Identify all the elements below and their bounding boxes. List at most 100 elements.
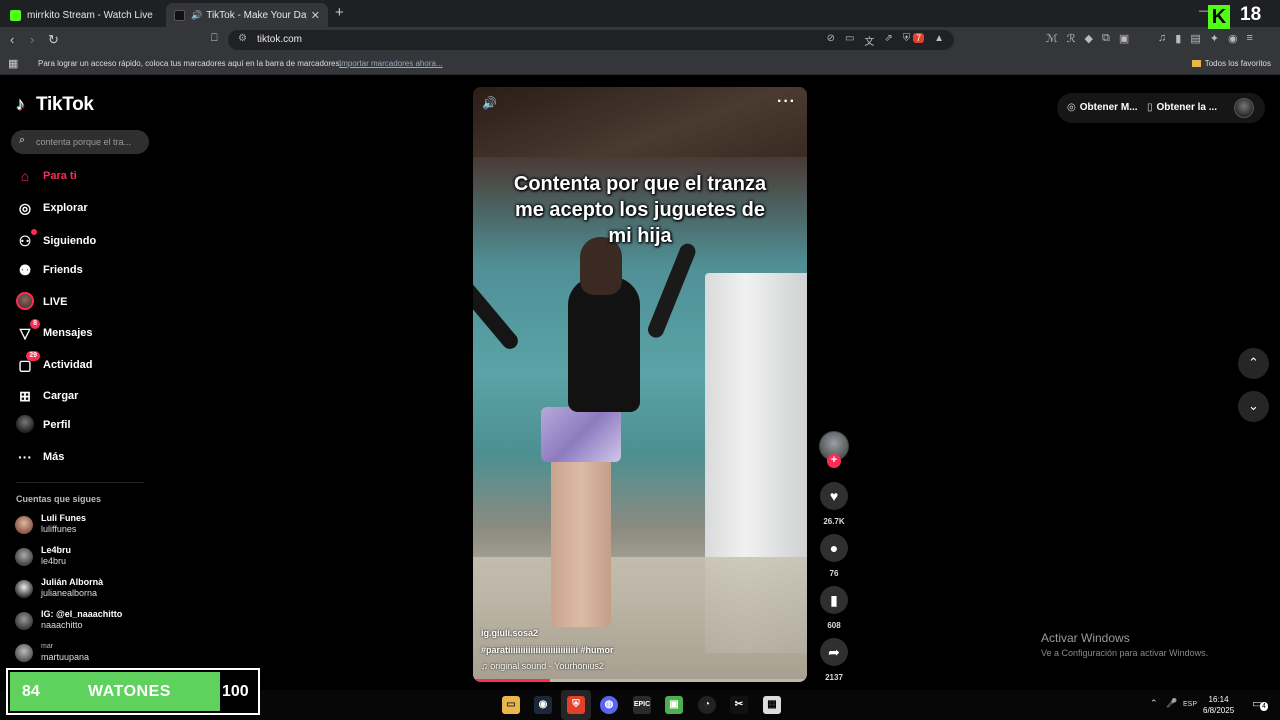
music-note-icon: ♫	[481, 661, 491, 671]
close-tab-icon[interactable]: ✕	[311, 9, 320, 22]
apps-grid-icon[interactable]: ▦	[8, 57, 18, 70]
leo-ai-icon[interactable]: ✦	[1210, 32, 1219, 45]
forward-icon[interactable]: ›	[30, 32, 34, 47]
back-icon[interactable]: ‹	[10, 32, 14, 47]
video-hashtags[interactable]: #paratiiiiiiiiiiiiiiiiiiiiiiiiiiii #humo…	[481, 645, 614, 655]
search-box[interactable]: ⌕	[11, 130, 149, 154]
get-app-label: Obtener la ...	[1156, 102, 1218, 113]
epic-games-icon[interactable]: EPIC	[633, 696, 651, 714]
no-camera-icon[interactable]: ⊘	[827, 33, 835, 48]
discord-icon[interactable]: ◍	[600, 696, 618, 714]
speaker-icon[interactable]: 🔊	[191, 10, 202, 21]
live-avatar	[16, 291, 34, 313]
video-scene-figure	[568, 277, 640, 412]
extension-c-icon[interactable]: ◆	[1085, 32, 1093, 45]
nav-actividad[interactable]: ▢ 29 Actividad	[16, 350, 156, 375]
account-username: le4bru	[41, 556, 67, 566]
following-account[interactable]: Julián Albornà julianealborna	[15, 577, 145, 603]
sidebar-icon[interactable]: ▮	[1175, 32, 1181, 45]
bookmark-icon[interactable]: ⎕	[211, 32, 218, 45]
site-info-icon[interactable]: ⚙	[238, 33, 247, 44]
capcut-icon[interactable]: ✂	[730, 696, 748, 714]
import-bookmarks-link[interactable]: Importar marcadores ahora...	[339, 59, 443, 68]
account-avatar	[15, 548, 33, 566]
translate-icon[interactable]: 文	[864, 33, 874, 48]
clock-date: 6/8/2025	[1203, 706, 1235, 715]
address-bar[interactable]: ⚙ tiktok.com ⊘ ▭ 文 ⇗ ⛨ 7 ▲	[228, 30, 954, 50]
tab-tiktok[interactable]: 🔊 TikTok - Make Your Day ✕	[166, 3, 328, 27]
extensions-icon[interactable]: ⧉	[1102, 32, 1110, 45]
tab-kick[interactable]: mirrkito Stream - Watch Live on Kick	[2, 3, 164, 27]
extensions-bar: ℳ ℛ ◆ ⧉ ▣	[1046, 32, 1129, 45]
extension-b-icon[interactable]: ℛ	[1067, 32, 1076, 45]
nav-live[interactable]: LIVE	[16, 291, 156, 313]
minecraft-icon[interactable]: ▣	[665, 696, 683, 714]
cast-icon[interactable]: ▭	[845, 33, 854, 48]
file-explorer-icon[interactable]: ▭	[502, 696, 520, 714]
following-account[interactable]: Le4bru le4bru	[15, 545, 145, 571]
wallet-icon[interactable]: ▤	[1190, 32, 1200, 45]
nav-friends[interactable]: ⚉ Friends	[16, 260, 156, 280]
get-coins-button[interactable]: ◎ Obtener M...	[1067, 102, 1138, 113]
reload-icon[interactable]: ↻	[48, 32, 59, 48]
user-avatar[interactable]	[1234, 98, 1254, 118]
following-account[interactable]: IG: @el_naaachitto naaachitto	[15, 609, 145, 635]
steam-icon[interactable]: ◉	[534, 696, 552, 714]
system-clock[interactable]: 16:14 6/8/2025	[1203, 694, 1234, 716]
share-count: 2137	[825, 673, 843, 682]
brave-shield-icon[interactable]: ⛨ 7	[903, 33, 925, 48]
browser-tab-strip: mirrkito Stream - Watch Live on Kick 🔊 T…	[0, 0, 1280, 27]
share-icon[interactable]: ⇗	[884, 33, 892, 48]
extension-a-icon[interactable]: ℳ	[1046, 32, 1058, 45]
screen: mirrkito Stream - Watch Live on Kick 🔊 T…	[0, 0, 1280, 720]
brave-browser-icon[interactable]: ⛨	[567, 696, 585, 714]
like-button[interactable]: ♥	[820, 482, 848, 510]
search-input[interactable]	[36, 133, 144, 150]
comment-count: 76	[829, 569, 839, 578]
notification-count: 4	[1260, 702, 1268, 711]
more-options-icon[interactable]: ···	[777, 93, 796, 111]
nav-explorar[interactable]: ◎ Explorar	[16, 198, 156, 218]
menu-icon[interactable]: ≡	[1247, 32, 1253, 45]
score-overlay: 84 WATONES 100	[6, 668, 260, 715]
nav-mas[interactable]: ··· Más	[16, 447, 156, 467]
next-video-button[interactable]: ⌄	[1238, 391, 1269, 422]
like-count: 26.7K	[823, 517, 845, 526]
all-bookmarks-button[interactable]: Todos los favoritos	[1191, 59, 1271, 68]
activate-windows-title: Activar Windows	[1041, 631, 1130, 645]
video-progress-bar[interactable]	[473, 679, 807, 682]
comment-button[interactable]: ●	[820, 534, 848, 562]
nav-perfil[interactable]: Perfil	[16, 414, 156, 435]
notification-center-icon[interactable]: ▭ 4	[1252, 697, 1268, 711]
follow-plus-icon[interactable]: +	[827, 454, 841, 468]
video-sound[interactable]: ♫ original sound - Yourhonius2	[481, 661, 604, 671]
get-app-button[interactable]: ▯ Obtener la ...	[1147, 102, 1217, 113]
launcher-icon[interactable]: ▦	[763, 696, 781, 714]
volume-icon[interactable]: 🔊	[482, 96, 497, 110]
nav-cargar[interactable]: ⊞ Cargar	[16, 386, 156, 406]
brave-rewards-icon[interactable]: ▲	[934, 33, 944, 48]
microphone-icon[interactable]: 🎤	[1166, 698, 1177, 709]
nav-para-ti[interactable]: ⌂ Para ti	[16, 166, 156, 186]
new-tab-icon[interactable]: +	[335, 4, 344, 21]
following-section-title: Cuentas que sigues	[16, 494, 102, 504]
vpn-icon[interactable]: ◉	[1228, 32, 1238, 45]
nav-siguiendo[interactable]: ⚇ Siguiendo	[16, 228, 156, 251]
screenshot-icon[interactable]: ▣	[1119, 32, 1129, 45]
nav-mensajes[interactable]: ▽ 8 Mensajes	[16, 318, 156, 343]
previous-video-button[interactable]: ⌃	[1238, 348, 1269, 379]
search-icon[interactable]: ⌕	[19, 134, 25, 147]
media-icon[interactable]: ♫	[1158, 32, 1166, 45]
heart-icon: ♥	[829, 488, 839, 504]
tray-chevron-icon[interactable]: ⌃	[1150, 698, 1158, 709]
share-button[interactable]: ➦	[820, 638, 848, 666]
following-account[interactable]: mar martuupana	[15, 641, 145, 667]
video-author[interactable]: ig.giuli.sosa2	[481, 628, 538, 638]
app-icon[interactable]: ◔	[698, 696, 716, 714]
following-account[interactable]: Luli Funes luliffunes	[15, 513, 145, 539]
save-button[interactable]: ▮	[820, 586, 848, 614]
account-avatar	[15, 612, 33, 630]
tiktok-logo[interactable]: ♪ TikTok	[16, 94, 94, 116]
language-indicator[interactable]: ESP	[1183, 701, 1197, 708]
video-player[interactable]: Contenta por que el tranza me acepto los…	[473, 87, 807, 682]
